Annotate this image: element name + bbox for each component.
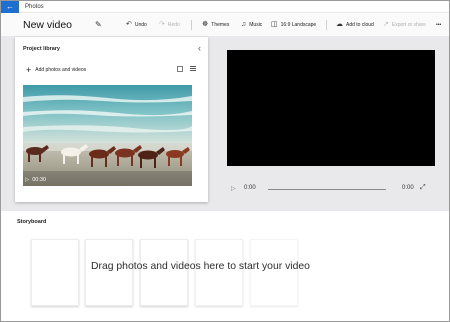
pencil-icon[interactable]: ✎ [95,20,102,30]
app-title: Photos [25,4,44,10]
play-icon[interactable]: ▷ [231,185,236,192]
list-view-icon[interactable] [190,66,196,72]
toolbar-divider [326,20,327,30]
plus-icon: + [26,65,32,75]
aspect-ratio-icon: ◫ [271,21,278,28]
add-photos-button[interactable]: + Add photos and videos [26,65,87,75]
add-to-cloud-label: Add to cloud [346,22,374,28]
seek-slider[interactable] [268,189,386,190]
storyboard-slot[interactable] [195,239,243,306]
add-to-cloud-button[interactable]: ☁ Add to cloud [336,20,374,30]
back-arrow-icon[interactable]: ← [1,1,19,13]
more-options-button[interactable]: ••• [436,20,441,30]
storyboard-slot[interactable] [140,239,188,306]
cloud-icon: ☁ [336,21,343,28]
export-share-label: Export or share [391,22,427,28]
command-bar: New video ✎ ↶ Undo ↷ Redo ☸ Themes ♫ Mus… [1,14,449,36]
export-icon: ↗ [383,21,389,28]
music-label: Music [249,22,263,28]
clip-duration: ▷ 00:30 [25,177,46,183]
storyboard-slot[interactable] [250,239,298,306]
add-photos-label: Add photos and videos [35,67,87,73]
playback-bar: ▷ 0:00 0:00 ⤢ [227,184,435,196]
undo-label: Undo [134,22,147,28]
themes-label: Themes [211,22,230,28]
export-share-button[interactable]: ↗ Export or share [383,20,426,30]
storyboard-label: Storyboard [17,219,47,225]
clip-duration-label: 00:30 [32,177,46,183]
aspect-ratio-label: 16:9 Landscape [280,22,317,28]
video-preview[interactable] [227,50,435,166]
more-options-icon: ••• [436,22,442,28]
redo-button[interactable]: ↷ Redo [159,20,180,30]
storyboard-drop-hint: Drag photos and videos here to start you… [91,261,310,272]
photos-app-window: ← Photos New video ✎ ↶ Undo ↷ Redo ☸ The… [0,0,450,322]
project-library-title: Project library [23,46,60,52]
horses-on-beach-image [23,85,192,186]
music-icon: ♫ [241,21,247,28]
redo-icon: ↷ [159,21,165,28]
total-time: 0:00 [402,185,414,191]
library-view-toggle [177,66,196,72]
redo-label: Redo [167,22,180,28]
play-icon: ▷ [25,177,30,183]
undo-icon: ↶ [126,21,132,28]
storyboard-slot[interactable] [85,239,133,306]
current-time: 0:00 [244,185,256,191]
aspect-ratio-button[interactable]: ◫ 16:9 Landscape [271,20,316,30]
project-library-panel: Project library ‹ + Add photos and video… [15,37,208,202]
themes-button[interactable]: ☸ Themes [202,20,229,30]
music-button[interactable]: ♫ Music [241,20,262,30]
fullscreen-icon[interactable]: ⤢ [420,184,426,192]
palette-icon: ☸ [202,21,209,28]
grid-view-icon[interactable] [177,66,183,72]
video-thumbnail[interactable]: ▷ 00:30 [23,85,192,186]
storyboard-slot[interactable] [31,239,79,306]
toolbar-divider [191,20,192,30]
project-title[interactable]: New video [23,18,72,32]
undo-button[interactable]: ↶ Undo [126,20,147,30]
title-bar: ← Photos [1,1,449,13]
collapse-chevron-icon[interactable]: ‹ [198,43,201,53]
